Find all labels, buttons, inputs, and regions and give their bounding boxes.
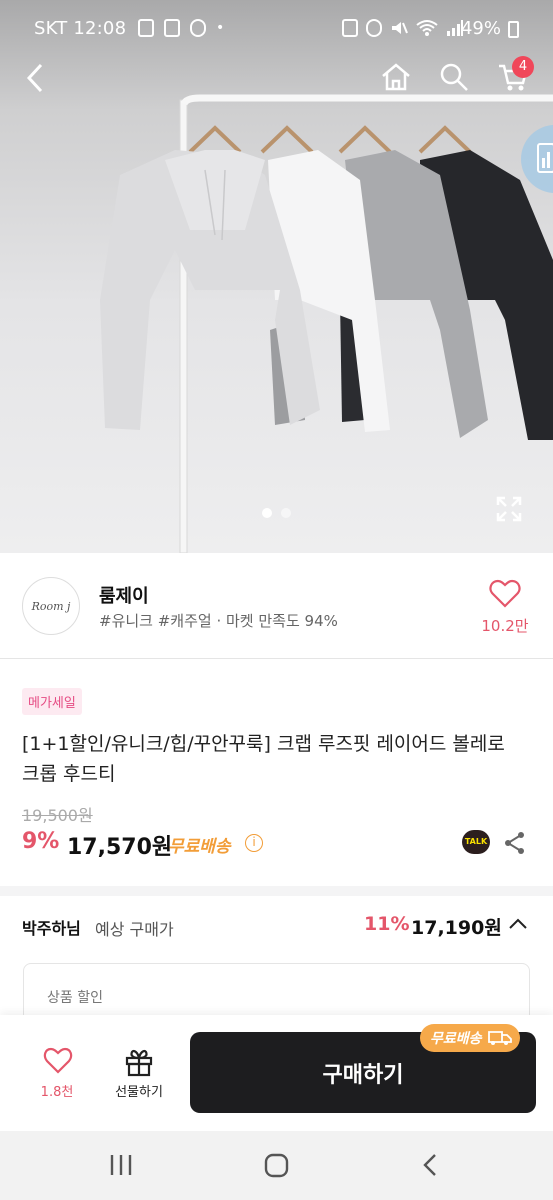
- original-price: 19,500원: [22, 806, 93, 825]
- recent-apps-button[interactable]: [108, 1153, 136, 1177]
- chevron-up-icon: [509, 918, 527, 929]
- heart-icon: [489, 579, 521, 608]
- back-nav-icon: [423, 1154, 436, 1176]
- location-icon: [190, 19, 206, 37]
- share-icon: [505, 832, 524, 854]
- product-image-gallery[interactable]: SKT 12:08 • 49% 4: [0, 0, 553, 553]
- search-icon: [440, 63, 468, 91]
- store-logo[interactable]: Room j: [22, 577, 80, 635]
- status-bar: SKT 12:08 • 49%: [0, 0, 553, 58]
- alarm-icon: [366, 19, 382, 37]
- sale-price: 17,570원: [67, 835, 173, 860]
- cart-count-badge: 4: [512, 56, 534, 78]
- info-icon[interactable]: i: [245, 834, 263, 852]
- expected-price: 17,190원: [411, 917, 502, 939]
- notification-icon: [138, 19, 154, 37]
- collapse-toggle[interactable]: [508, 917, 528, 931]
- chevron-left-icon: [26, 63, 43, 93]
- divider: [0, 658, 553, 659]
- truck-icon: [487, 1031, 512, 1045]
- system-navigation-bar: [0, 1131, 553, 1200]
- product-discount-label: 상품 할인: [47, 990, 103, 1006]
- recent-apps-icon: [110, 1155, 132, 1175]
- section-divider: [0, 886, 553, 896]
- home-nav-button[interactable]: [263, 1152, 291, 1180]
- product-title: [1+1할인/유니크/힙/꾸안꾸룩] 크랩 루즈핏 레이어드 볼레로 크롭 후드…: [22, 733, 505, 785]
- mute-icon: [392, 22, 408, 34]
- home-icon: [382, 63, 410, 91]
- product-like-count: 1.8천: [40, 1085, 74, 1100]
- battery-percent: 49%: [460, 18, 501, 39]
- buyer-name: 박주하님: [22, 919, 81, 938]
- buy-button-label: 구매하기: [322, 1062, 404, 1088]
- mega-sale-badge: 메가세일: [22, 688, 82, 715]
- free-shipping-pill: 무료배송: [420, 1024, 520, 1052]
- expected-discount-rate: 11%: [364, 913, 410, 935]
- gift-label: 선물하기: [115, 1085, 163, 1100]
- status-time: SKT 12:08: [34, 18, 127, 39]
- more-notifications-icon: •: [216, 20, 225, 36]
- gift-button[interactable]: [124, 1047, 154, 1077]
- store-tags: #유니크 #캐주얼 · 마켓 만족도 94%: [99, 612, 338, 630]
- wifi-icon: [416, 20, 438, 36]
- image-notification-icon: [164, 19, 180, 37]
- gallery-dot[interactable]: [281, 508, 291, 518]
- gallery-dot-active[interactable]: [262, 508, 272, 518]
- back-nav-button[interactable]: [420, 1152, 440, 1180]
- heart-icon: [43, 1047, 73, 1074]
- gift-icon: [125, 1049, 153, 1077]
- search-button[interactable]: [435, 58, 473, 96]
- expected-price-label: 예상 구매가: [95, 920, 174, 939]
- store-like-button[interactable]: [489, 579, 521, 609]
- free-shipping-pill-label: 무료배송: [430, 1031, 482, 1047]
- store-like-count: 10.2만: [481, 617, 529, 635]
- product-like-button[interactable]: [43, 1047, 73, 1075]
- discount-rate: 9%: [22, 829, 60, 854]
- fullscreen-button[interactable]: [494, 494, 524, 524]
- back-button[interactable]: [18, 58, 52, 98]
- store-name[interactable]: 룸제이: [99, 582, 149, 608]
- store-logo-text: Room j: [31, 599, 71, 613]
- battery-icon: [508, 21, 519, 38]
- home-button[interactable]: [377, 58, 415, 96]
- free-shipping-label: 무료배송: [168, 837, 231, 857]
- share-button[interactable]: [503, 831, 527, 855]
- home-nav-icon: [264, 1153, 289, 1178]
- kakao-talk-icon: TALK: [464, 837, 488, 846]
- expand-icon: [496, 496, 522, 522]
- chart-icon: [537, 143, 553, 173]
- kakao-talk-share-button[interactable]: TALK: [462, 830, 490, 854]
- battery-saver-icon: [342, 19, 358, 37]
